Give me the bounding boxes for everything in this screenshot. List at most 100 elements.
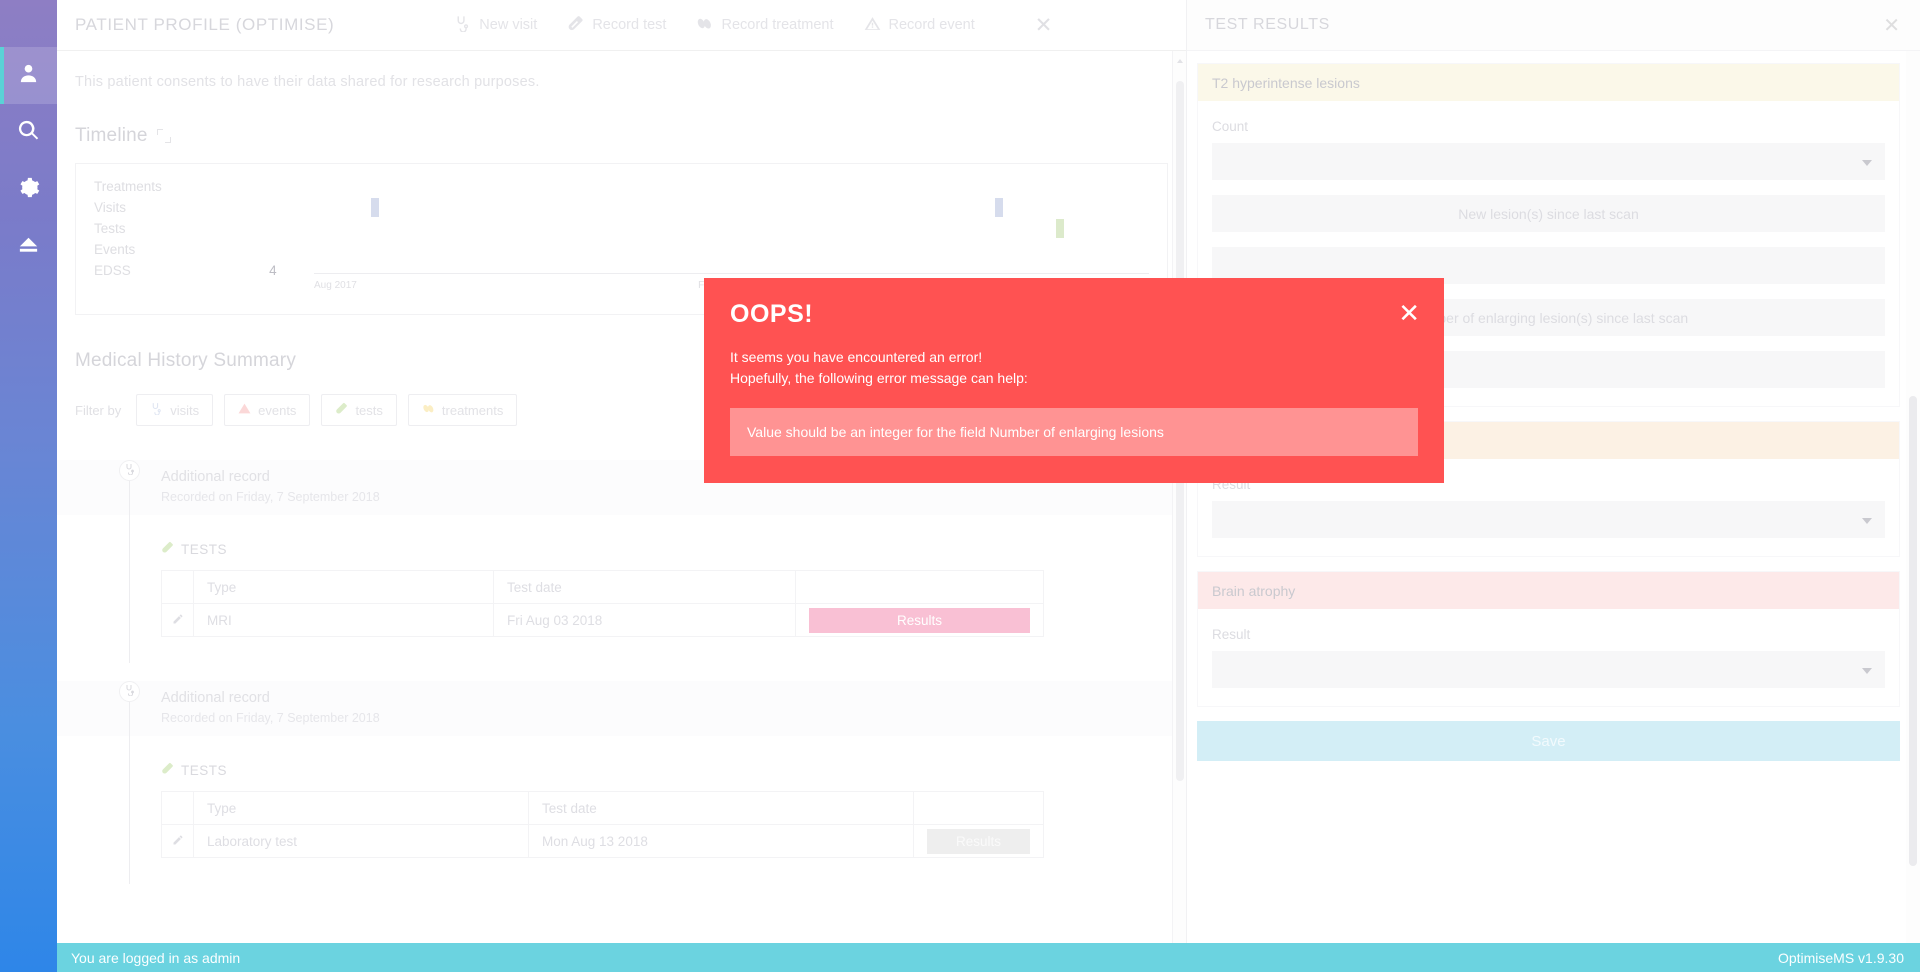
gd-result-select[interactable] (1212, 501, 1885, 538)
filter-chip-label: visits (170, 402, 200, 418)
table-header-row: Type Test date (161, 570, 1044, 604)
filter-chip-label: treatments (441, 402, 504, 418)
timeline-row-tests: Tests (94, 218, 1167, 239)
timeline-tick: Aug 2017 (314, 280, 357, 291)
record-marker (119, 681, 140, 702)
timeline-row-visits: Visits (94, 197, 1167, 218)
consent-text: This patient consents to have their data… (75, 74, 540, 90)
table-row[interactable]: MRI Fri Aug 03 2018 Results (161, 603, 1044, 637)
table-header-icon (161, 570, 194, 604)
save-button[interactable]: Save (1197, 721, 1900, 761)
left-sidebar (0, 0, 57, 972)
filter-chip-visits[interactable]: visits (136, 394, 214, 426)
stethoscope-icon (124, 683, 136, 701)
main-scrollbar[interactable] (1172, 51, 1186, 959)
count-select[interactable] (1212, 143, 1885, 180)
filter-chip-events[interactable]: events (224, 394, 311, 426)
timeline-row-label: EDSS (94, 263, 131, 278)
tests-table: Type Test date MRI Fri Aug 03 2018 Resul… (161, 570, 1044, 637)
sidebar-item-logout[interactable] (0, 218, 57, 275)
new-lesions-input[interactable]: New lesion(s) since last scan (1212, 195, 1885, 232)
error-modal: OOPS! ✕ It seems you have encountered an… (704, 278, 1444, 483)
record-treatment-button[interactable]: Record treatment (696, 15, 834, 36)
test-tube-icon (335, 402, 348, 418)
status-bar: You are logged in as admin OptimiseMS v1… (57, 943, 1920, 972)
filter-chip-label: events (258, 402, 297, 418)
sidebar-item-patient[interactable] (0, 47, 57, 104)
table-header-action (913, 791, 1044, 825)
scroll-up-icon[interactable] (1177, 59, 1183, 63)
timeline-track (260, 197, 1167, 218)
sidebar-item-settings[interactable] (0, 161, 57, 218)
person-icon (17, 62, 40, 90)
timeline-row-events: Events (94, 239, 1167, 260)
timeline-marker[interactable] (1056, 219, 1065, 238)
timeline-marker[interactable] (994, 198, 1003, 217)
group-heading: T2 hyperintense lesions (1198, 64, 1899, 101)
filter-chip-tests[interactable]: tests (321, 394, 397, 426)
record-rail (129, 695, 130, 884)
table-header-type: Type (193, 570, 494, 604)
stethoscope-icon (124, 462, 136, 480)
atrophy-result-select[interactable] (1212, 651, 1885, 688)
table-row[interactable]: Laboratory test Mon Aug 13 2018 Results (161, 824, 1044, 858)
table-header-date: Test date (493, 570, 796, 604)
record-marker (119, 460, 140, 481)
record-test-label: Record test (592, 17, 667, 33)
record-block: Additional record Recorded on Friday, 7 … (57, 681, 1186, 884)
close-profile-button[interactable]: ✕ (1035, 15, 1053, 36)
record-section-label: TESTS (181, 541, 228, 557)
record-section-label-row: TESTS (57, 736, 1186, 778)
timeline-row-label: Treatments (94, 179, 162, 194)
main-topbar: PATIENT PROFILE (OPTIMISE) New visit Rec… (57, 0, 1186, 51)
filter-label: Filter by (75, 402, 122, 418)
results-cell: Results (913, 824, 1044, 858)
table-header-row: Type Test date (161, 791, 1044, 825)
test-type-cell: Laboratory test (193, 824, 529, 858)
filter-chip-treatments[interactable]: treatments (407, 394, 518, 426)
sidebar-item-search[interactable] (0, 104, 57, 161)
panel-scrollbar[interactable] (1906, 51, 1920, 959)
modal-line-1: It seems you have encountered an error! (730, 349, 983, 365)
edss-value: 4 (269, 263, 277, 278)
timeline-row-label: Visits (94, 200, 127, 215)
group-body: Result (1198, 609, 1899, 706)
record-section-label-row: TESTS (57, 515, 1186, 557)
modal-title: OOPS! (730, 300, 814, 328)
panel-title: TEST RESULTS (1205, 16, 1330, 33)
tests-table: Type Test date Laboratory test Mon Aug 1… (161, 791, 1044, 858)
timeline-axis-line (314, 273, 1149, 274)
timeline-track (260, 239, 1167, 260)
modal-message: It seems you have encountered an error! … (730, 347, 1418, 389)
timeline-row-treatments: Treatments (94, 176, 1167, 197)
record-subtitle: Recorded on Friday, 7 September 2018 (161, 711, 380, 725)
record-rail (129, 474, 130, 663)
stethoscope-icon (150, 402, 163, 418)
table-header-date: Test date (528, 791, 914, 825)
modal-close-button[interactable]: ✕ (1398, 300, 1420, 326)
panel-close-button[interactable]: ✕ (1883, 13, 1900, 38)
record-section-label: TESTS (181, 762, 228, 778)
edit-icon[interactable] (161, 824, 194, 858)
record-event-button[interactable]: Record event (864, 15, 975, 36)
results-button[interactable]: Results (809, 607, 1030, 633)
record-event-label: Record event (888, 17, 975, 33)
timeline-row-label: Events (94, 242, 136, 257)
record-test-button[interactable]: Record test (567, 15, 666, 36)
pills-icon (696, 15, 713, 36)
timeline-heading-row: Timeline (57, 90, 1186, 147)
warning-icon (864, 15, 881, 36)
edit-icon[interactable] (161, 603, 194, 637)
record-block: Additional record Recorded on Friday, 7 … (57, 460, 1186, 663)
panel-scrollbar-thumb[interactable] (1909, 396, 1917, 866)
new-visit-button[interactable]: New visit (454, 15, 537, 36)
expand-icon[interactable] (156, 129, 171, 143)
results-button[interactable]: Results (927, 828, 1030, 854)
test-date-cell: Mon Aug 13 2018 (528, 824, 914, 858)
warning-icon (238, 402, 251, 418)
group-heading: Brain atrophy (1198, 572, 1899, 609)
app-version: OptimiseMS v1.9.30 (1777, 949, 1904, 966)
timeline-marker[interactable] (370, 198, 379, 217)
logged-in-text: You are logged in as admin (71, 949, 241, 966)
table-header-action (795, 570, 1044, 604)
